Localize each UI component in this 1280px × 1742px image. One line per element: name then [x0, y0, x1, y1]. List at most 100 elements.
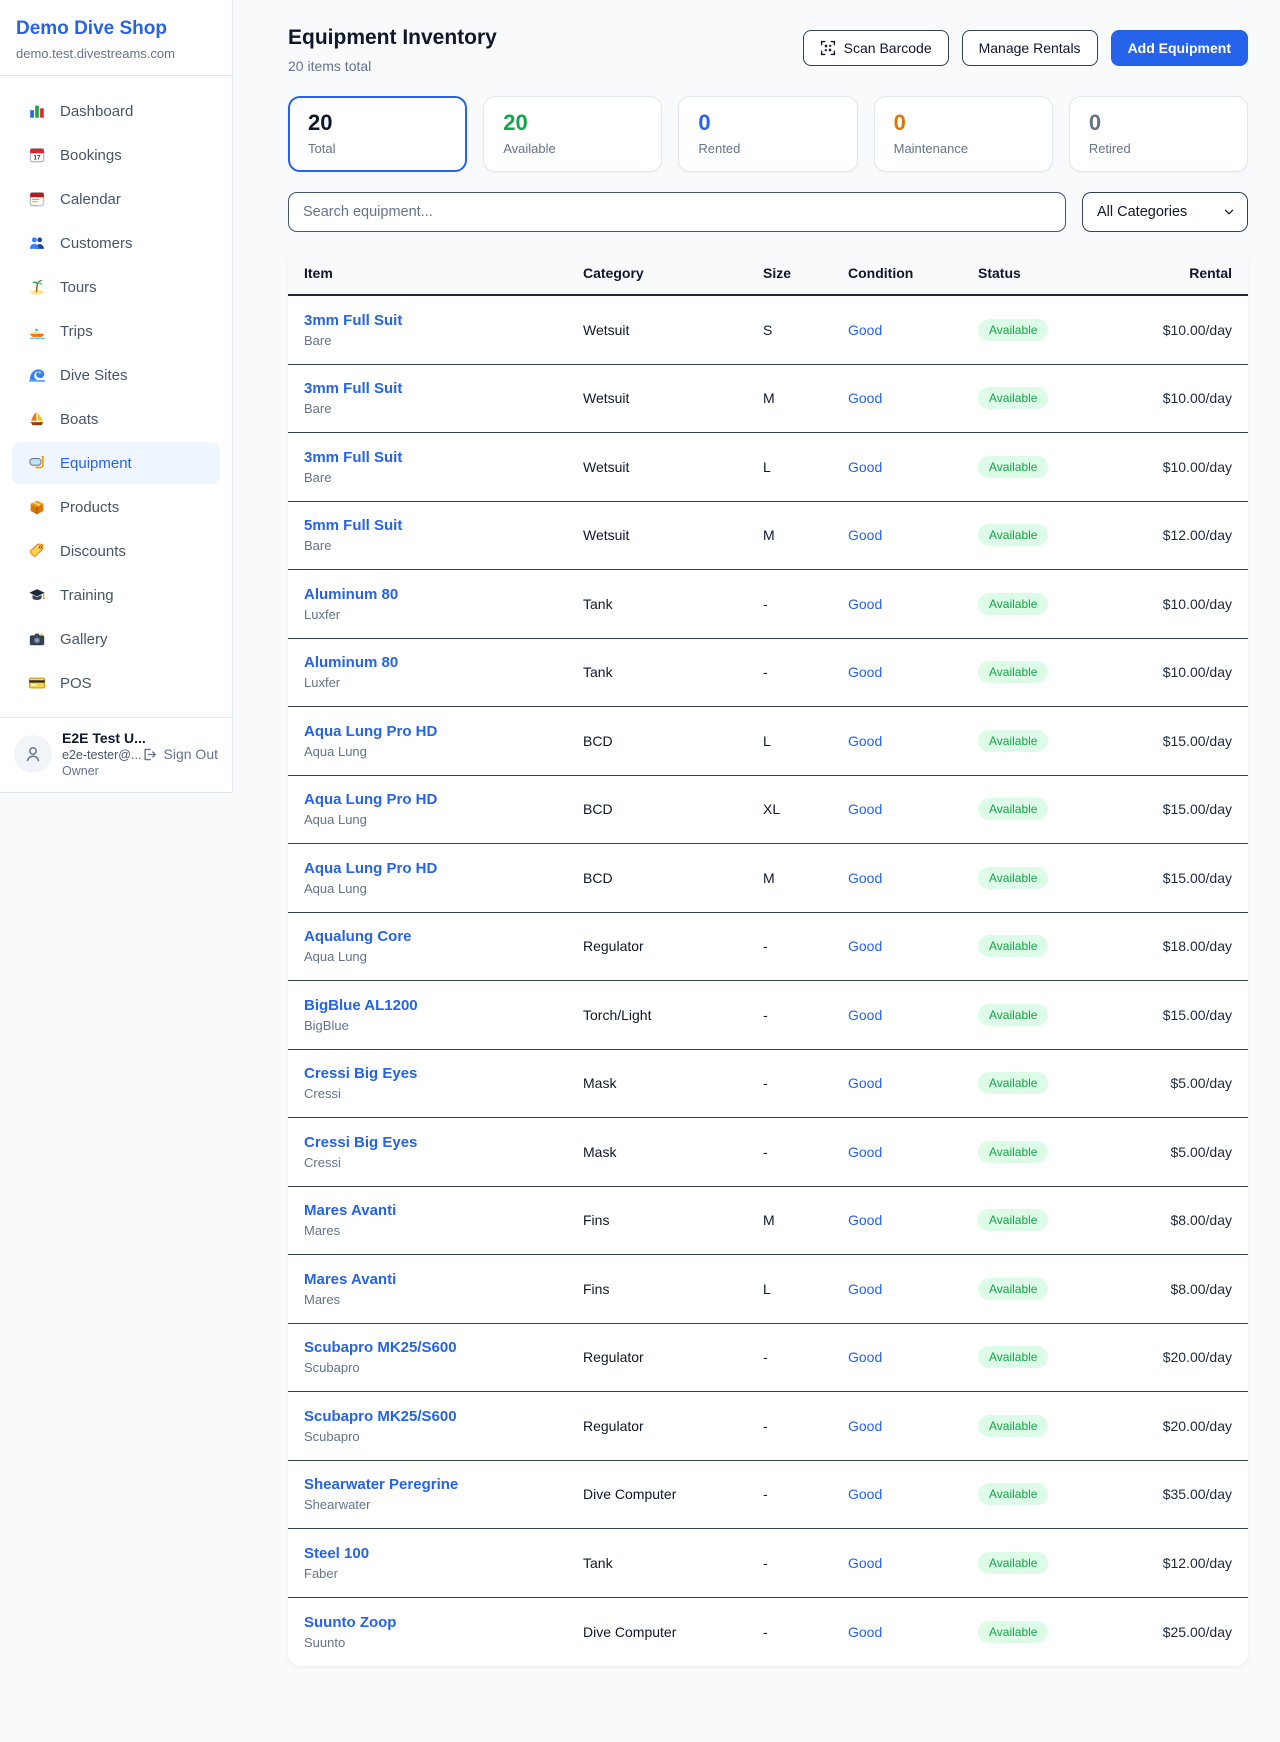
item-condition-link[interactable]: Good	[848, 390, 978, 406]
item-rental: $15.00/day	[1092, 870, 1232, 886]
item-condition-link[interactable]: Good	[848, 801, 978, 817]
sidebar-item-training[interactable]: Training	[12, 574, 220, 616]
item-name-link[interactable]: Aluminum 80	[304, 586, 583, 603]
item-rental: $8.00/day	[1092, 1212, 1232, 1228]
item-size: XL	[763, 801, 848, 817]
item-brand: Bare	[304, 401, 583, 416]
stat-card-rented[interactable]: 0 Rented	[678, 96, 857, 172]
add-equipment-button[interactable]: Add Equipment	[1111, 30, 1248, 66]
sidebar-item-calendar[interactable]: Calendar	[12, 178, 220, 220]
item-condition-link[interactable]: Good	[848, 322, 978, 338]
item-name-link[interactable]: 3mm Full Suit	[304, 449, 583, 466]
user-section: E2E Test U... e2e-tester@... Owner Sign …	[0, 717, 232, 792]
item-condition-link[interactable]: Good	[848, 1075, 978, 1091]
customers-icon	[28, 234, 46, 252]
barcode-scan-icon	[820, 40, 836, 56]
status-badge: Available	[978, 1004, 1048, 1026]
tours-icon	[28, 278, 46, 296]
sidebar-item-gallery[interactable]: Gallery	[12, 618, 220, 660]
sidebar-item-discounts[interactable]: Discounts	[12, 530, 220, 572]
item-condition-link[interactable]: Good	[848, 733, 978, 749]
table-row: Shearwater Peregrine Shearwater Dive Com…	[288, 1461, 1248, 1530]
item-brand: Cressi	[304, 1155, 583, 1170]
column-header-condition: Condition	[848, 265, 978, 281]
item-condition-link[interactable]: Good	[848, 1212, 978, 1228]
sidebar-item-dive-sites[interactable]: Dive Sites	[12, 354, 220, 396]
item-size: M	[763, 870, 848, 886]
sidebar-item-bookings[interactable]: 17 Bookings	[12, 134, 220, 176]
item-category: Fins	[583, 1212, 763, 1228]
sidebar-item-pos[interactable]: POS	[12, 662, 220, 704]
item-condition-link[interactable]: Good	[848, 596, 978, 612]
item-condition-link[interactable]: Good	[848, 1144, 978, 1160]
category-select-value: All Categories	[1097, 204, 1187, 220]
scan-barcode-button[interactable]: Scan Barcode	[803, 30, 949, 66]
sidebar-item-tours[interactable]: Tours	[12, 266, 220, 308]
item-condition-link[interactable]: Good	[848, 938, 978, 954]
stat-card-available[interactable]: 20 Available	[483, 96, 662, 172]
item-name-link[interactable]: Mares Avanti	[304, 1202, 583, 1219]
item-name-link[interactable]: Scubapro MK25/S600	[304, 1339, 583, 1356]
item-condition-link[interactable]: Good	[848, 1418, 978, 1434]
table-body: 3mm Full Suit Bare Wetsuit S Good Availa…	[288, 296, 1248, 1666]
column-header-category: Category	[583, 265, 763, 281]
status-badge: Available	[978, 661, 1048, 683]
item-name-link[interactable]: Aqualung Core	[304, 928, 583, 945]
item-name-link[interactable]: 3mm Full Suit	[304, 380, 583, 397]
item-name-link[interactable]: Aluminum 80	[304, 654, 583, 671]
search-input[interactable]	[288, 192, 1066, 232]
stat-value: 0	[894, 110, 1033, 136]
item-name-link[interactable]: Shearwater Peregrine	[304, 1476, 583, 1493]
item-name-link[interactable]: Cressi Big Eyes	[304, 1065, 583, 1082]
stat-value: 20	[308, 110, 447, 136]
item-condition-link[interactable]: Good	[848, 1624, 978, 1640]
item-name-link[interactable]: Suunto Zoop	[304, 1614, 583, 1631]
stat-card-total[interactable]: 20 Total	[288, 96, 467, 172]
item-name-link[interactable]: 5mm Full Suit	[304, 517, 583, 534]
status-badge: Available	[978, 1552, 1048, 1574]
table-row: BigBlue AL1200 BigBlue Torch/Light - Goo…	[288, 981, 1248, 1050]
item-condition-link[interactable]: Good	[848, 870, 978, 886]
status-badge: Available	[978, 1415, 1048, 1437]
status-badge: Available	[978, 387, 1048, 409]
sidebar-item-boats[interactable]: Boats	[12, 398, 220, 440]
item-brand: Shearwater	[304, 1497, 583, 1512]
item-condition-link[interactable]: Good	[848, 1555, 978, 1571]
item-condition-link[interactable]: Good	[848, 459, 978, 475]
sidebar-item-trips[interactable]: Trips	[12, 310, 220, 352]
stat-card-maintenance[interactable]: 0 Maintenance	[874, 96, 1053, 172]
sidebar-item-customers[interactable]: Customers	[12, 222, 220, 264]
item-name-link[interactable]: Steel 100	[304, 1545, 583, 1562]
stat-card-retired[interactable]: 0 Retired	[1069, 96, 1248, 172]
main-content: Equipment Inventory 20 items total Scan …	[233, 0, 1280, 1666]
status-badge: Available	[978, 593, 1048, 615]
sidebar-item-dashboard[interactable]: Dashboard	[12, 90, 220, 132]
item-brand: Bare	[304, 538, 583, 553]
add-equipment-label: Add Equipment	[1128, 40, 1231, 56]
training-icon	[28, 586, 46, 604]
category-select[interactable]: All Categories	[1082, 192, 1248, 232]
item-name-link[interactable]: Aqua Lung Pro HD	[304, 791, 583, 808]
item-condition-link[interactable]: Good	[848, 1007, 978, 1023]
item-condition-link[interactable]: Good	[848, 1486, 978, 1502]
item-condition-link[interactable]: Good	[848, 664, 978, 680]
item-name-link[interactable]: BigBlue AL1200	[304, 997, 583, 1014]
item-category: Regulator	[583, 1418, 763, 1434]
item-condition-link[interactable]: Good	[848, 1349, 978, 1365]
table-row: Aqua Lung Pro HD Aqua Lung BCD M Good Av…	[288, 844, 1248, 913]
item-name-link[interactable]: Aqua Lung Pro HD	[304, 860, 583, 877]
sidebar-item-equipment[interactable]: Equipment	[12, 442, 220, 484]
table-row: Steel 100 Faber Tank - Good Available $1…	[288, 1529, 1248, 1598]
item-name-link[interactable]: Aqua Lung Pro HD	[304, 723, 583, 740]
sidebar-item-products[interactable]: Products	[12, 486, 220, 528]
item-name-link[interactable]: 3mm Full Suit	[304, 312, 583, 329]
item-name-link[interactable]: Mares Avanti	[304, 1271, 583, 1288]
item-condition-link[interactable]: Good	[848, 527, 978, 543]
table-row: Mares Avanti Mares Fins M Good Available…	[288, 1187, 1248, 1256]
sign-out-button[interactable]: Sign Out	[140, 746, 218, 763]
item-name-link[interactable]: Cressi Big Eyes	[304, 1134, 583, 1151]
item-condition-link[interactable]: Good	[848, 1281, 978, 1297]
status-badge: Available	[978, 798, 1048, 820]
manage-rentals-button[interactable]: Manage Rentals	[962, 30, 1098, 66]
item-name-link[interactable]: Scubapro MK25/S600	[304, 1408, 583, 1425]
